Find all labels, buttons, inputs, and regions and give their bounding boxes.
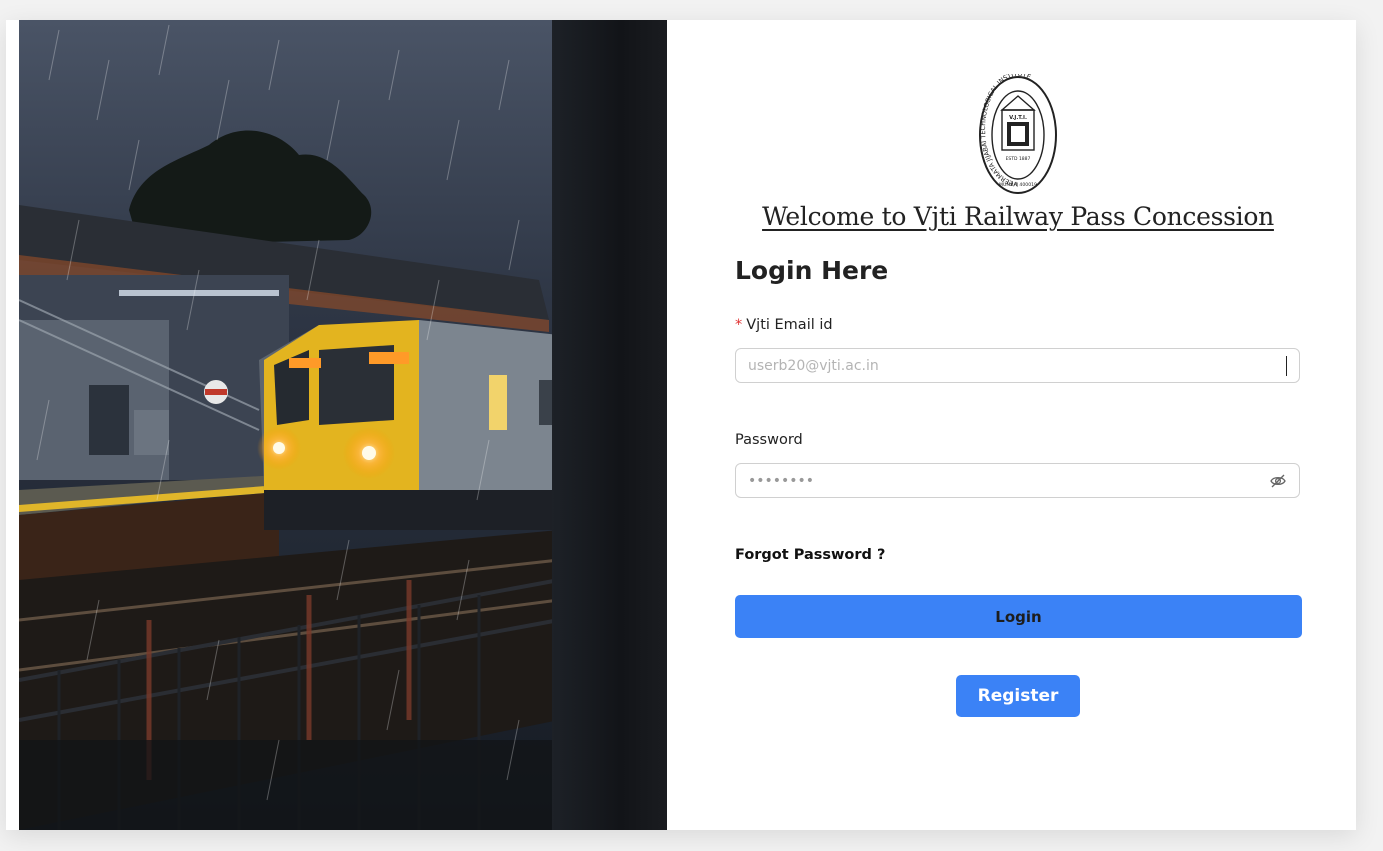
- email-input[interactable]: [748, 357, 1284, 374]
- logo-inner-text: V.J.T.I.: [1009, 115, 1027, 121]
- password-field[interactable]: [735, 463, 1300, 498]
- login-heading: Login Here: [735, 256, 889, 285]
- login-button[interactable]: Login: [735, 595, 1302, 638]
- login-panel: VEERMATA JIJABAI TECHNOLOGICAL INSTITUTE…: [667, 20, 1356, 830]
- welcome-title: Welcome to Vjti Railway Pass Concession: [762, 202, 1274, 231]
- vjti-logo: VEERMATA JIJABAI TECHNOLOGICAL INSTITUTE…: [978, 70, 1058, 196]
- register-button[interactable]: Register: [956, 675, 1080, 717]
- logo-established: ESTD 1887: [1006, 156, 1031, 162]
- email-field[interactable]: [735, 348, 1300, 383]
- logo-city: MUMBAI 400019: [999, 182, 1037, 188]
- login-card: VEERMATA JIJABAI TECHNOLOGICAL INSTITUTE…: [6, 20, 1356, 830]
- required-mark: *: [735, 317, 743, 333]
- forgot-password-link[interactable]: Forgot Password ?: [735, 547, 885, 563]
- train-photo: [19, 20, 667, 830]
- text-caret: [1286, 355, 1287, 376]
- email-label-text: Vjti Email id: [746, 317, 833, 333]
- password-input[interactable]: [748, 472, 1263, 489]
- eye-slash-icon[interactable]: [1269, 472, 1287, 490]
- email-label: * Vjti Email id: [735, 317, 833, 333]
- password-label: Password: [735, 432, 803, 448]
